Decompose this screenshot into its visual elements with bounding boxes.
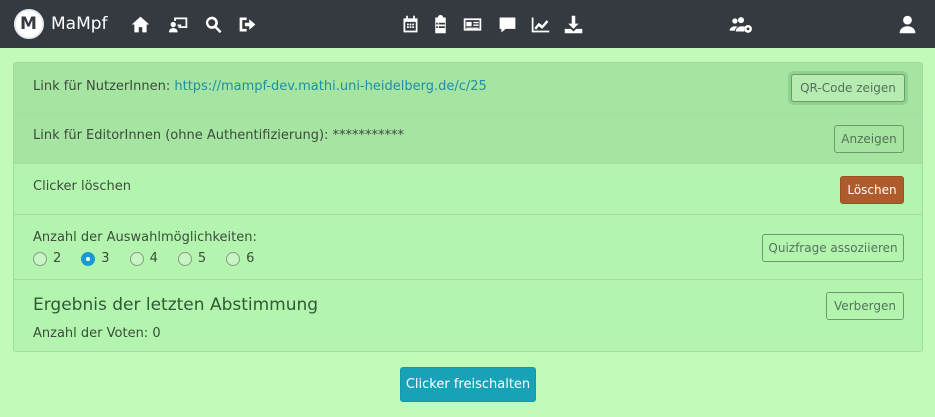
radio-button[interactable] bbox=[177, 251, 192, 266]
hide-result-button[interactable]: Verbergen bbox=[826, 292, 904, 320]
radio-option-2[interactable]: 2 bbox=[33, 251, 61, 266]
show-qr-code-button[interactable]: QR-Code zeigen bbox=[791, 74, 905, 102]
alternatives-label: Anzahl der Auswahlmöglichkeiten: bbox=[33, 230, 257, 245]
editor-link-row: Link für EditorInnen (ohne Authentifizie… bbox=[14, 114, 922, 164]
alternatives-row: Anzahl der Auswahlmöglichkeiten: 2 3 4 5… bbox=[14, 215, 922, 280]
radio-option-3[interactable]: 3 bbox=[81, 251, 110, 266]
logout-icon[interactable] bbox=[235, 12, 259, 36]
navbar: MaMpf bbox=[0, 0, 935, 48]
home-icon[interactable] bbox=[128, 12, 152, 36]
radio-option-4[interactable]: 4 bbox=[129, 251, 158, 266]
radio-button[interactable] bbox=[226, 251, 241, 266]
result-row: Ergebnis der letzten Abstimmung Anzahl d… bbox=[14, 280, 922, 352]
brand-name: MaMpf bbox=[51, 14, 108, 34]
chart-icon[interactable] bbox=[528, 12, 552, 36]
delete-clicker-button[interactable]: Löschen bbox=[840, 176, 904, 204]
user-link-url[interactable]: https://mampf-dev.mathi.uni-heidelberg.d… bbox=[174, 79, 486, 94]
alternatives-radio-group: 2 3 4 5 6 bbox=[33, 251, 274, 266]
mampf-logo bbox=[14, 9, 44, 39]
download-icon[interactable] bbox=[561, 12, 585, 36]
editor-link-masked-value: *********** bbox=[332, 128, 405, 143]
show-editor-link-button[interactable]: Anzeigen bbox=[834, 125, 904, 153]
editor-link-label: Link für EditorInnen (ohne Authentifizie… bbox=[33, 128, 329, 143]
radio-button[interactable] bbox=[129, 251, 144, 266]
vote-count: Anzahl der Voten: 0 bbox=[33, 326, 161, 341]
clipboard-icon[interactable] bbox=[428, 12, 452, 36]
lecture-icon[interactable] bbox=[166, 12, 190, 36]
user-link-label: Link für NutzerInnen: bbox=[33, 79, 171, 94]
radio-option-6[interactable]: 6 bbox=[226, 251, 254, 266]
users-cog-icon[interactable] bbox=[727, 12, 755, 36]
delete-clicker-label: Clicker löschen bbox=[33, 179, 131, 194]
radio-button-selected[interactable] bbox=[81, 251, 96, 266]
search-icon[interactable] bbox=[201, 12, 225, 36]
calendar-icon[interactable] bbox=[398, 12, 422, 36]
open-clicker-button[interactable]: Clicker freischalten bbox=[400, 367, 536, 402]
newspaper-icon[interactable] bbox=[460, 12, 484, 36]
clicker-card: Link für NutzerInnen: https://mampf-dev.… bbox=[13, 62, 923, 352]
user-link-row: Link für NutzerInnen: https://mampf-dev.… bbox=[14, 63, 922, 114]
user-icon[interactable] bbox=[895, 12, 919, 36]
radio-button[interactable] bbox=[33, 251, 47, 266]
brand[interactable]: MaMpf bbox=[14, 9, 108, 39]
radio-option-5[interactable]: 5 bbox=[177, 251, 206, 266]
result-heading: Ergebnis der letzten Abstimmung bbox=[33, 295, 319, 315]
associate-quiz-question-button[interactable]: Quizfrage assoziieren bbox=[762, 234, 904, 262]
comment-icon[interactable] bbox=[495, 12, 519, 36]
delete-clicker-row: Clicker löschen Löschen bbox=[14, 164, 922, 215]
